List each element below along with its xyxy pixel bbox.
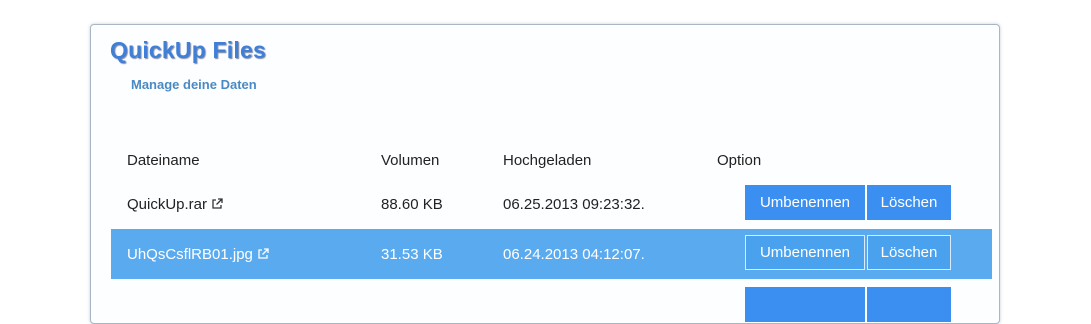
header-size: Volumen xyxy=(381,151,440,169)
table-row-selected[interactable]: UhQsCsflRB01.jpg 31.53 KB 06.24.2013 04:… xyxy=(111,229,992,279)
file-name-link[interactable]: QuickUp.rar xyxy=(127,196,207,213)
file-uploaded-cell: 06.25.2013 09:23:32. xyxy=(503,195,645,213)
header-name: Dateiname xyxy=(127,151,200,169)
file-name-cell[interactable]: UhQsCsflRB01.jpg xyxy=(127,229,269,279)
delete-button[interactable]: Löschen xyxy=(867,235,951,270)
files-panel: QuickUp Files Manage deine Daten Dateina… xyxy=(90,24,1000,324)
files-table: Dateiname Volumen Hochgeladen Option Qui… xyxy=(111,141,992,322)
header-option: Option xyxy=(717,151,762,169)
external-link-icon[interactable] xyxy=(211,198,223,210)
external-link-icon[interactable] xyxy=(257,248,269,260)
file-name-link[interactable]: UhQsCsflRB01.jpg xyxy=(127,246,253,263)
table-row[interactable]: QuickUp.rar 88.60 KB 06.25.2013 09:23:32… xyxy=(111,179,992,229)
app-subtitle: Manage deine Daten xyxy=(131,77,257,92)
rename-button[interactable]: Umbenennen xyxy=(745,235,865,270)
table-header: Dateiname Volumen Hochgeladen Option xyxy=(111,141,992,179)
file-size-cell: 31.53 KB xyxy=(381,245,443,263)
header-uploaded: Hochgeladen xyxy=(503,151,592,169)
delete-button[interactable]: Löschen xyxy=(867,185,951,220)
rename-button[interactable]: Umbenennen xyxy=(745,185,865,220)
file-uploaded-cell: 06.24.2013 04:12:07. xyxy=(503,245,645,263)
app-title: QuickUp Files xyxy=(110,37,266,63)
row-actions: Umbenennen Löschen xyxy=(745,235,951,270)
row-actions: Umbenennen Löschen xyxy=(745,185,951,220)
file-name-cell[interactable]: QuickUp.rar xyxy=(127,179,223,229)
file-size-cell: 88.60 KB xyxy=(381,195,443,213)
